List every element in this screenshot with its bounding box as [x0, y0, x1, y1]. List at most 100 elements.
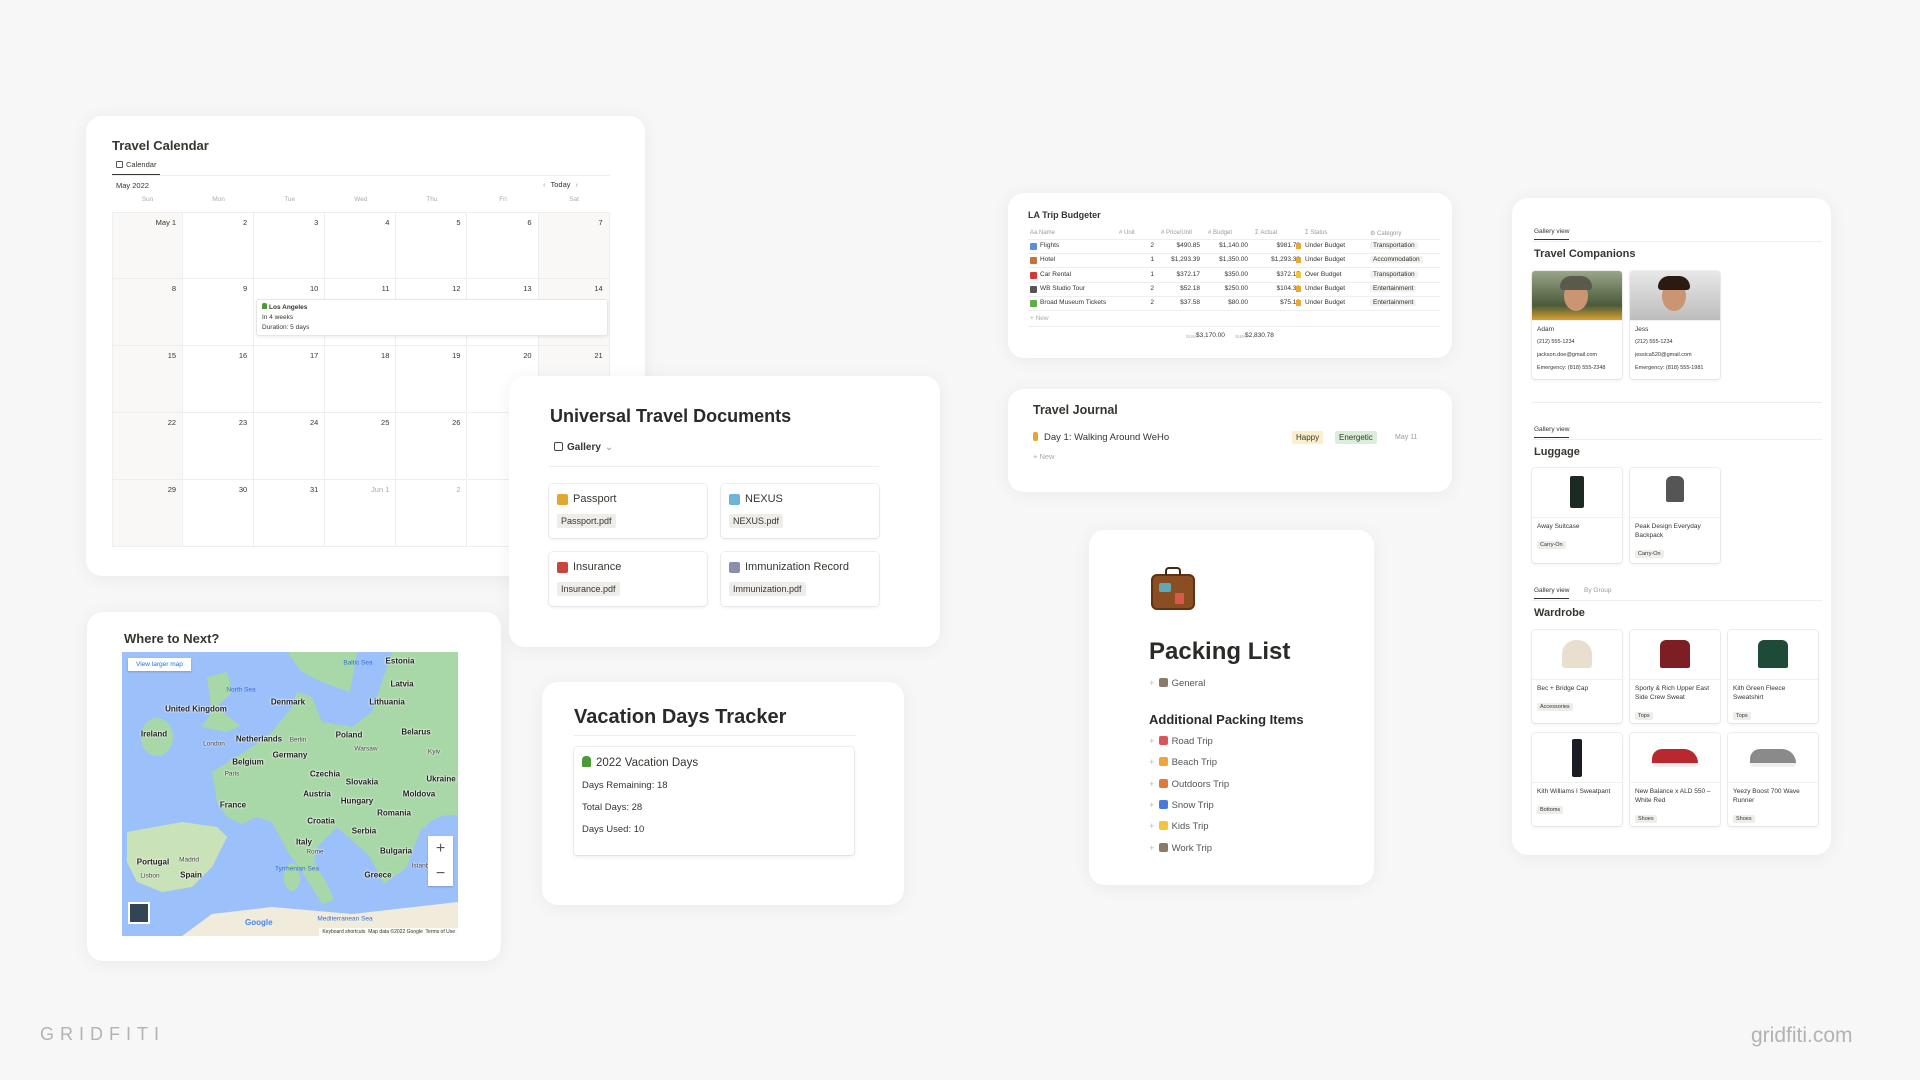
tab-gallery-view[interactable]: Gallery view — [1534, 426, 1570, 438]
calendar-day-cell[interactable]: 3 — [254, 212, 326, 279]
tab-calendar[interactable]: Calendar — [112, 160, 161, 175]
packing-item[interactable]: + Outdoors Trip — [1149, 778, 1230, 790]
keyboard-shortcuts-link[interactable]: Keyboard shortcuts — [322, 929, 365, 935]
zoom-out-button[interactable]: − — [428, 861, 453, 886]
budget-cell-name[interactable]: WB Studio Tour — [1030, 285, 1085, 292]
backpack-image — [1666, 476, 1684, 502]
tab-gallery-view[interactable]: Gallery view — [1534, 587, 1570, 599]
calendar-day-cell[interactable]: 24 — [254, 413, 326, 480]
wardrobe-card[interactable]: Kith Williams I Sweatpant Bottoms — [1532, 733, 1622, 826]
tab-label: Calendar — [126, 160, 157, 169]
luggage-image — [1532, 468, 1622, 518]
sum-label: SUM — [1186, 334, 1196, 339]
general-list-link[interactable]: + General — [1149, 678, 1205, 689]
column-header[interactable]: Σ Actual — [1255, 230, 1277, 236]
calendar-day-cell[interactable]: 25 — [325, 413, 397, 480]
calendar-day-cell[interactable]: 31 — [254, 480, 326, 547]
row-divider — [1028, 281, 1440, 283]
companion-photo — [1630, 271, 1720, 321]
new-entry-button[interactable]: + New — [1033, 452, 1054, 461]
packing-item[interactable]: + Snow Trip — [1149, 799, 1214, 811]
view-larger-map-link[interactable]: View larger map — [128, 658, 191, 671]
column-header[interactable]: Aa Name — [1030, 230, 1055, 236]
item-image — [1660, 640, 1690, 668]
document-card[interactable]: Insurance Insurance.pdf — [549, 552, 707, 606]
gallery-view-dropdown[interactable]: Gallery ⌄ — [554, 442, 613, 453]
zoom-in-button[interactable]: + — [428, 836, 453, 861]
document-file[interactable]: Insurance.pdf — [557, 582, 620, 596]
wardrobe-card[interactable]: New Balance x ALD 550 – White Red Shoes — [1630, 733, 1720, 826]
prev-month-button[interactable]: ‹ — [543, 180, 546, 189]
calendar-day-cell[interactable]: 30 — [183, 480, 255, 547]
companion-card[interactable]: Adam (212) 555-1234 jackson.doe@gmail.com E… — [1532, 271, 1622, 379]
companion-card[interactable]: Jess (212) 555-1234 jessica520@gmail.com Em… — [1630, 271, 1720, 379]
calendar-day-cell[interactable]: 29 — [112, 480, 184, 547]
luggage-card[interactable]: Away Suitcase Carry-On — [1532, 468, 1622, 563]
document-card[interactable]: Immunization Record Immunization.pdf — [721, 552, 879, 606]
column-header[interactable]: ⚙ Category — [1370, 230, 1401, 237]
companion-phone: (212) 555-1234 — [1537, 339, 1575, 345]
wardrobe-image — [1532, 733, 1622, 783]
vacation-days-card[interactable]: 2022 Vacation Days Days Remaining: 18 To… — [574, 747, 854, 855]
calendar-day-cell[interactable]: 2 — [396, 480, 468, 547]
calendar-day-cell[interactable]: 6 — [467, 212, 539, 279]
calendar-day-cell[interactable]: 23 — [183, 413, 255, 480]
calendar-day-cell[interactable]: 16 — [183, 346, 255, 413]
luggage-card[interactable]: Peak Design Everyday Backpack Carry-On — [1630, 468, 1720, 563]
document-card[interactable]: NEXUS NEXUS.pdf — [721, 484, 879, 538]
calendar-day-cell[interactable]: 26 — [396, 413, 468, 480]
today-button[interactable]: Today — [551, 180, 571, 189]
calendar-day-cell[interactable]: 4 — [325, 212, 397, 279]
calendar-day-cell[interactable]: 9 — [183, 279, 255, 346]
terms-link[interactable]: Terms of Use — [426, 929, 455, 935]
column-header[interactable]: # Unit — [1119, 230, 1135, 236]
document-file[interactable]: Passport.pdf — [557, 514, 616, 528]
calendar-day-cell[interactable]: May 1 — [112, 212, 184, 279]
budget-cell-category: Transportation — [1370, 270, 1418, 278]
zoom-controls: + − — [428, 836, 453, 886]
calendar-day-cell[interactable]: Jun 1 — [325, 480, 397, 547]
next-month-button[interactable]: › — [576, 180, 579, 189]
map-embed[interactable]: View larger map Estonia Latvia Lithuania Ba… — [122, 652, 458, 936]
packing-item[interactable]: + Road Trip — [1149, 736, 1213, 747]
budget-cell-unit: 1 — [1150, 256, 1154, 264]
document-card[interactable]: Passport Passport.pdf — [549, 484, 707, 538]
packing-item[interactable]: + Kids Trip — [1149, 821, 1209, 832]
satellite-toggle[interactable] — [128, 902, 150, 924]
column-header[interactable]: Σ Status — [1305, 230, 1327, 236]
map-label: Denmark — [270, 697, 306, 707]
calendar-day-cell[interactable]: 22 — [112, 413, 184, 480]
calendar-day-cell[interactable]: 5 — [396, 212, 468, 279]
packing-item[interactable]: + Beach Trip — [1149, 757, 1217, 768]
calendar-day-cell[interactable]: 2 — [183, 212, 255, 279]
calendar-day-cell[interactable]: 7 — [538, 212, 610, 279]
calendar-day-cell[interactable]: 18 — [325, 346, 397, 413]
document-file[interactable]: NEXUS.pdf — [729, 514, 784, 528]
packing-item[interactable]: + Work Trip — [1149, 842, 1212, 854]
calendar-day-cell[interactable]: 19 — [396, 346, 468, 413]
budget-cell-name[interactable]: Broad Museum Tickets — [1030, 299, 1106, 306]
packing-item-label: Outdoors Trip — [1171, 778, 1230, 790]
wardrobe-card[interactable]: Bec + Bridge Cap Accessories — [1532, 630, 1622, 723]
wardrobe-card[interactable]: Sporty & Rich Upper East Side Crew Sweat… — [1630, 630, 1720, 723]
new-row-button[interactable]: + New — [1030, 315, 1049, 322]
budget-cell-status: Under Budget — [1305, 256, 1346, 264]
column-header[interactable]: # Price/Unit — [1161, 230, 1192, 236]
tab-by-group[interactable]: By Group — [1584, 587, 1611, 594]
document-file[interactable]: Immunization.pdf — [729, 582, 806, 596]
add-icon: + — [1149, 799, 1155, 811]
luggage-name: Away Suitcase — [1537, 523, 1580, 530]
wardrobe-image — [1532, 630, 1622, 680]
calendar-day-cell[interactable]: 15 — [112, 346, 184, 413]
journal-entry[interactable]: Day 1: Walking Around WeHo — [1033, 432, 1169, 443]
sum-actual: $2,830.78 — [1245, 332, 1274, 339]
event-los-angeles[interactable]: Los Angeles In 4 weeks Duration: 5 days — [256, 299, 608, 336]
wardrobe-card[interactable]: Yeezy Boost 700 Wave Runner Shoes — [1728, 733, 1818, 826]
map-label: Madrid — [179, 856, 199, 864]
suitcase-icon — [1151, 567, 1195, 610]
calendar-day-cell[interactable]: 8 — [112, 279, 184, 346]
column-header[interactable]: # Budget — [1208, 230, 1232, 236]
tab-gallery-view[interactable]: Gallery view — [1534, 228, 1570, 240]
wardrobe-card[interactable]: Kith Green Fleece Sweatshirt Tops — [1728, 630, 1818, 723]
calendar-day-cell[interactable]: 17 — [254, 346, 326, 413]
